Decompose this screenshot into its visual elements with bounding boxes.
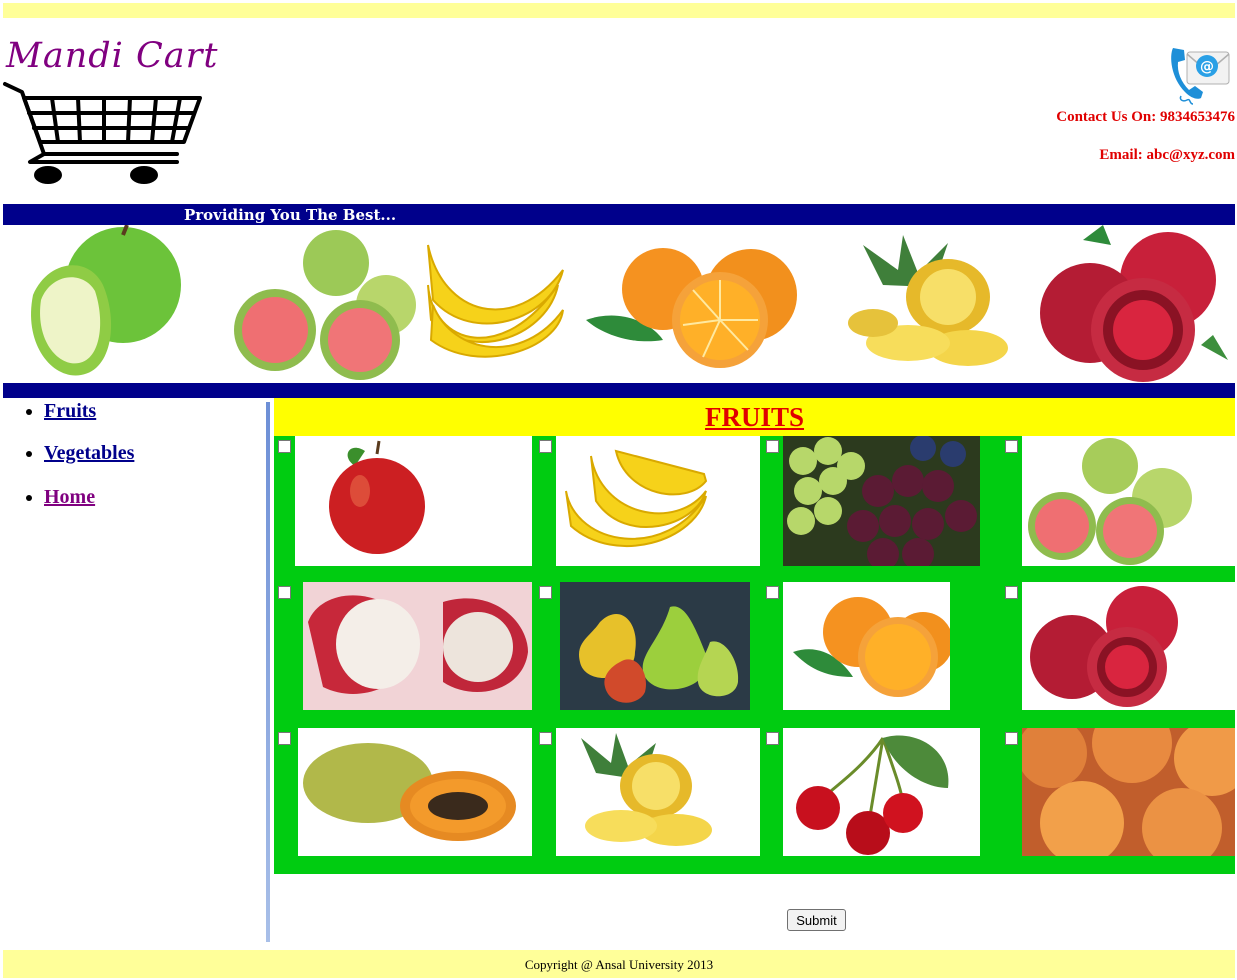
- product-checkbox[interactable]: [1005, 586, 1018, 599]
- top-bar: [3, 3, 1235, 18]
- product-cell: [1001, 582, 1235, 710]
- product-image-apple: [295, 436, 532, 566]
- product-image-pomegranate: [1022, 582, 1235, 710]
- nav-item-fruits: Fruits: [44, 400, 265, 423]
- main-content: FRUITS: [274, 398, 1235, 874]
- product-image-pear: [560, 582, 750, 710]
- banner-pomegranate-image: [1040, 225, 1228, 382]
- banner-fruit-strip: [31, 225, 1228, 382]
- product-image-orange: [783, 582, 950, 710]
- product-image-rose-apple: [303, 582, 532, 710]
- page: Mandi Cart @ Contact Us On: 9834653476 E…: [0, 0, 1237, 980]
- product-cell: [274, 728, 532, 856]
- product-checkbox[interactable]: [1005, 732, 1018, 745]
- section-heading: FRUITS: [274, 398, 1235, 436]
- banner-orange-image: [586, 248, 797, 368]
- vertical-divider: [266, 402, 270, 942]
- product-checkbox[interactable]: [278, 586, 291, 599]
- site-logo-title: Mandi Cart: [6, 36, 219, 76]
- tagline-bar: Providing You The Best...: [3, 204, 1235, 225]
- product-image-banana: [556, 436, 760, 566]
- product-cell: [274, 436, 532, 566]
- nav-item-vegetables: Vegetables: [44, 442, 265, 465]
- product-image-guava: [1022, 436, 1235, 566]
- banner-pineapple-image: [848, 235, 1008, 366]
- banner-guava-image: [234, 230, 416, 380]
- nav-item-home: Home: [44, 486, 265, 509]
- product-cell: [762, 582, 980, 710]
- nav-link-vegetables[interactable]: Vegetables: [44, 442, 134, 464]
- product-image-cherry: [783, 728, 980, 856]
- product-checkbox[interactable]: [766, 440, 779, 453]
- nav-link-fruits[interactable]: Fruits: [44, 400, 96, 422]
- product-cell: [274, 582, 532, 710]
- product-checkbox[interactable]: [766, 732, 779, 745]
- shopping-cart-icon: [3, 82, 202, 184]
- contact-email: Email: abc@xyz.com: [1099, 147, 1235, 163]
- product-cell: [1001, 728, 1235, 856]
- product-image-pineapple: [556, 728, 760, 856]
- submit-button[interactable]: Submit: [787, 909, 846, 931]
- sidebar-nav: Fruits Vegetables Home: [20, 398, 265, 509]
- product-image-papaya: [298, 728, 532, 856]
- product-cell: [762, 436, 980, 566]
- product-checkbox[interactable]: [766, 586, 779, 599]
- navy-divider-bar: [3, 383, 1235, 398]
- footer: Copyright @ Ansal University 2013: [3, 950, 1235, 978]
- nav-link-home[interactable]: Home: [44, 486, 95, 508]
- product-checkbox[interactable]: [278, 732, 291, 745]
- svg-text:@: @: [1200, 59, 1214, 75]
- banner-banana-image: [427, 244, 564, 358]
- tagline: Providing You The Best...: [184, 206, 397, 224]
- contact-phone-mail-icon: @: [1171, 48, 1230, 105]
- product-image-peach: [1022, 728, 1235, 856]
- product-image-grapes: [783, 436, 980, 566]
- contact-phone: Contact Us On: 9834653476: [1056, 109, 1235, 125]
- product-cell: [762, 728, 980, 856]
- product-cell: [1001, 436, 1235, 566]
- product-checkbox[interactable]: [1005, 440, 1018, 453]
- footer-copyright: Copyright @ Ansal University 2013: [524, 957, 714, 972]
- product-checkbox[interactable]: [539, 732, 552, 745]
- product-checkbox[interactable]: [539, 440, 552, 453]
- banner-green-apple-image: [31, 225, 181, 376]
- product-grid: [274, 436, 1235, 874]
- product-cell: [535, 728, 760, 856]
- product-cell: [535, 582, 760, 710]
- product-checkbox[interactable]: [278, 440, 291, 453]
- product-cell: [535, 436, 760, 566]
- product-checkbox[interactable]: [539, 586, 552, 599]
